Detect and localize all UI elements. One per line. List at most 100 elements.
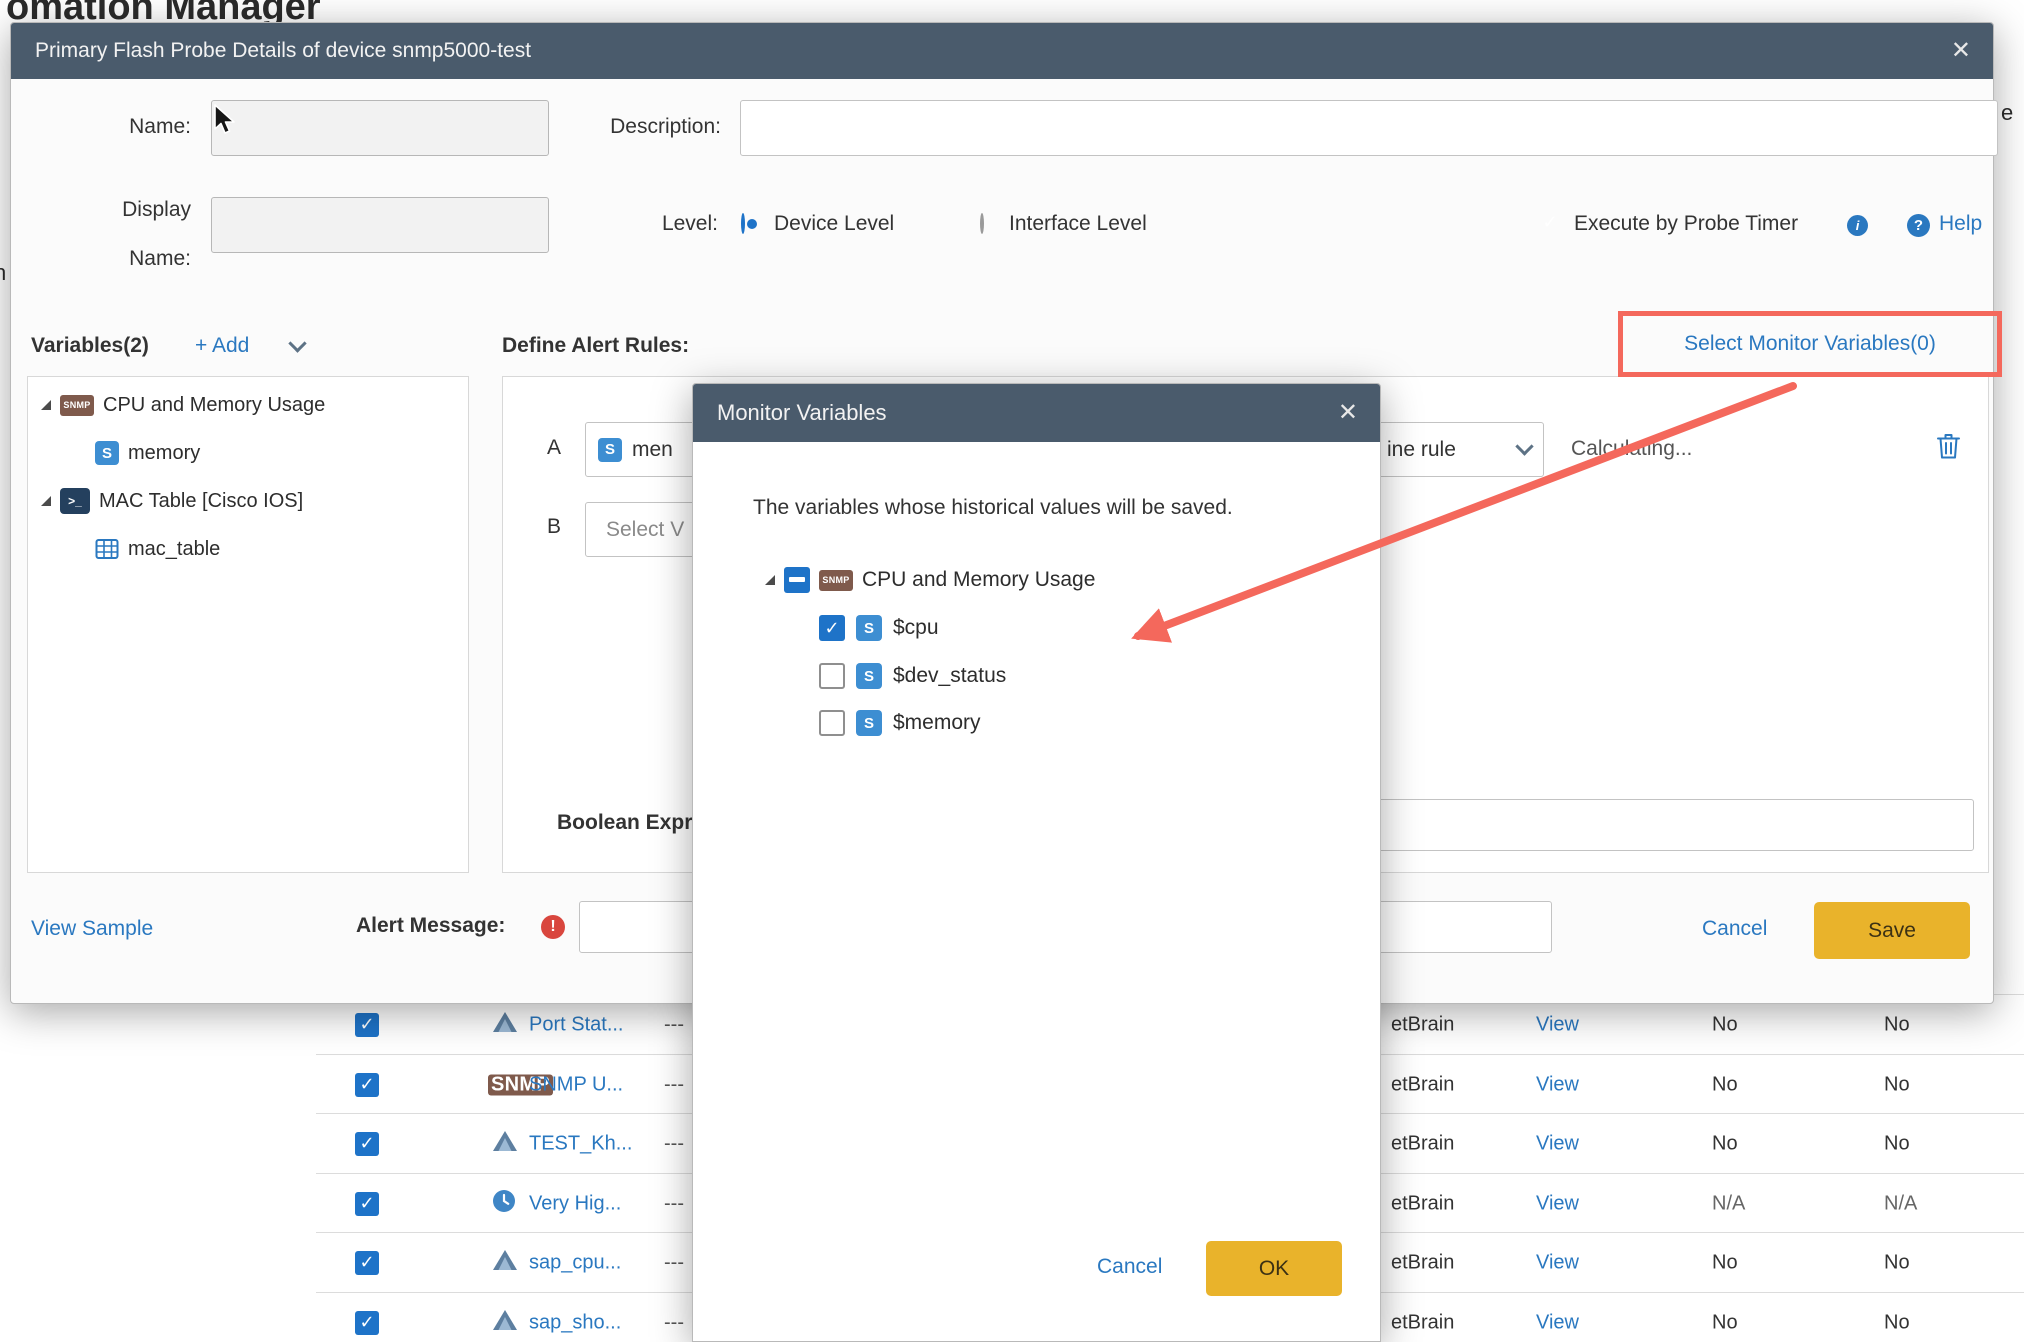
name-input[interactable] [211, 100, 549, 156]
table-var-icon [95, 537, 119, 561]
item-name-link[interactable]: TEST_Kh... [529, 1132, 632, 1155]
item-dash: --- [664, 1311, 684, 1334]
dev-status-checkbox[interactable] [819, 663, 845, 689]
dialog-title: Primary Flash Probe Details of device sn… [35, 39, 531, 63]
background-left-text-fragment: h [0, 260, 6, 286]
modal-variable-row[interactable]: S $cpu [693, 612, 1380, 644]
rule-a-value: men [632, 438, 673, 462]
add-chevron-down-icon[interactable] [288, 334, 306, 352]
flag-col-1: No [1712, 1311, 1738, 1334]
item-name-link[interactable]: Port Stat... [529, 1013, 623, 1036]
modal-cancel-button[interactable]: Cancel [1097, 1255, 1162, 1279]
row-checkbox[interactable] [355, 1073, 379, 1097]
rule-b-placeholder: Select V [606, 518, 684, 542]
help-icon[interactable]: ? [1907, 214, 1930, 237]
row-checkbox[interactable] [355, 1192, 379, 1216]
modal-variable-row[interactable]: S $memory [693, 707, 1380, 739]
view-link[interactable]: View [1536, 1251, 1579, 1274]
close-icon[interactable]: ✕ [1951, 39, 1971, 63]
flag-col-2: N/A [1884, 1192, 1917, 1215]
display-name-input[interactable] [211, 197, 549, 253]
item-name-link[interactable]: SNMP U... [529, 1073, 623, 1096]
view-sample-link[interactable]: View Sample [31, 917, 153, 941]
device-level-radio[interactable] [741, 213, 745, 234]
device-level-label[interactable]: Device Level [774, 212, 894, 236]
define-alert-rules-header: Define Alert Rules: [502, 334, 689, 358]
modal-close-icon[interactable]: ✕ [1338, 401, 1358, 425]
expand-triangle-icon[interactable] [41, 400, 51, 410]
select-monitor-variables-link[interactable]: Select Monitor Variables(0) [1684, 332, 1936, 356]
help-link[interactable]: Help [1939, 212, 1982, 236]
flag-col-1: No [1712, 1073, 1738, 1096]
interface-level-radio[interactable] [980, 213, 984, 234]
interface-level-label[interactable]: Interface Level [1009, 212, 1147, 236]
vendor-text: etBrain [1391, 1132, 1454, 1155]
boolean-expression-label: Boolean Expr [557, 811, 692, 835]
row-checkbox[interactable] [355, 1251, 379, 1275]
modal-header: Monitor Variables ✕ [693, 384, 1380, 442]
tree-node-memory[interactable]: S memory [28, 437, 468, 469]
item-name-link[interactable]: sap_sho... [529, 1311, 621, 1334]
level-label: Level: [606, 212, 718, 236]
qapp-icon [492, 1129, 518, 1159]
snmp-icon: SNMP [60, 395, 94, 416]
info-icon[interactable]: i [1847, 215, 1868, 236]
save-button[interactable]: Save [1814, 902, 1970, 959]
delete-rule-trash-icon[interactable] [1935, 431, 1962, 466]
string-var-icon: S [598, 438, 622, 462]
item-dash: --- [664, 1192, 684, 1215]
background-right-text-fragment: e [2001, 100, 2013, 126]
vendor-text: etBrain [1391, 1073, 1454, 1096]
string-var-icon: S [856, 663, 882, 689]
tree-node-mac-table-var[interactable]: mac_table [28, 533, 468, 565]
flag-col-2: No [1884, 1251, 1910, 1274]
memory-checkbox[interactable] [819, 710, 845, 736]
flag-col-2: No [1884, 1073, 1910, 1096]
item-dash: --- [664, 1013, 684, 1036]
vendor-text: etBrain [1391, 1013, 1454, 1036]
rule-b-letter: B [547, 515, 561, 539]
row-checkbox[interactable] [355, 1132, 379, 1156]
tree-node-cpu-memory[interactable]: SNMP CPU and Memory Usage [28, 389, 468, 421]
tree-node-mac-table[interactable]: >_ MAC Table [Cisco IOS] [28, 485, 468, 517]
row-checkbox[interactable] [355, 1311, 379, 1335]
rule-a-letter: A [547, 436, 561, 460]
cpu-checkbox[interactable] [819, 615, 845, 641]
view-link[interactable]: View [1536, 1192, 1579, 1215]
flag-col-1: No [1712, 1132, 1738, 1155]
alert-message-label: Alert Message: [356, 914, 505, 938]
cancel-button[interactable]: Cancel [1702, 917, 1767, 941]
item-dash: --- [664, 1132, 684, 1155]
expand-triangle-icon[interactable] [765, 575, 775, 585]
dialog-header: Primary Flash Probe Details of device sn… [11, 23, 1993, 79]
modal-variable-row[interactable]: S $dev_status [693, 660, 1380, 692]
annotation-highlight-box: Select Monitor Variables(0) [1618, 311, 2002, 377]
flag-col-1: No [1712, 1251, 1738, 1274]
qapp-icon [492, 1010, 518, 1040]
alert-required-icon: ! [541, 915, 565, 939]
flag-col-1: No [1712, 1013, 1738, 1036]
view-link[interactable]: View [1536, 1132, 1579, 1155]
expand-triangle-icon[interactable] [41, 496, 51, 506]
view-link[interactable]: View [1536, 1013, 1579, 1036]
view-link[interactable]: View [1536, 1311, 1579, 1334]
execute-by-probe-timer-label[interactable]: Execute by Probe Timer [1574, 212, 1798, 236]
modal-tree-root[interactable]: SNMP CPU and Memory Usage [693, 564, 1380, 596]
item-name-link[interactable]: Very Hig... [529, 1192, 621, 1215]
add-variable-button[interactable]: + Add [195, 334, 249, 358]
view-link[interactable]: View [1536, 1073, 1579, 1096]
description-input[interactable] [740, 100, 1998, 156]
calculating-status: Calculating... [1571, 437, 1692, 461]
vendor-text: etBrain [1391, 1251, 1454, 1274]
string-var-icon: S [856, 710, 882, 736]
description-label: Description: [566, 115, 721, 139]
root-checkbox-indeterminate[interactable] [784, 567, 810, 593]
cli-icon: >_ [60, 488, 90, 514]
mouse-cursor [212, 104, 240, 141]
row-checkbox[interactable] [355, 1013, 379, 1037]
qapp-icon [492, 1308, 518, 1338]
modal-ok-button[interactable]: OK [1206, 1241, 1342, 1296]
item-name-link[interactable]: sap_cpu... [529, 1251, 621, 1274]
snmp-icon: SNMP [819, 570, 853, 591]
vendor-text: etBrain [1391, 1311, 1454, 1334]
